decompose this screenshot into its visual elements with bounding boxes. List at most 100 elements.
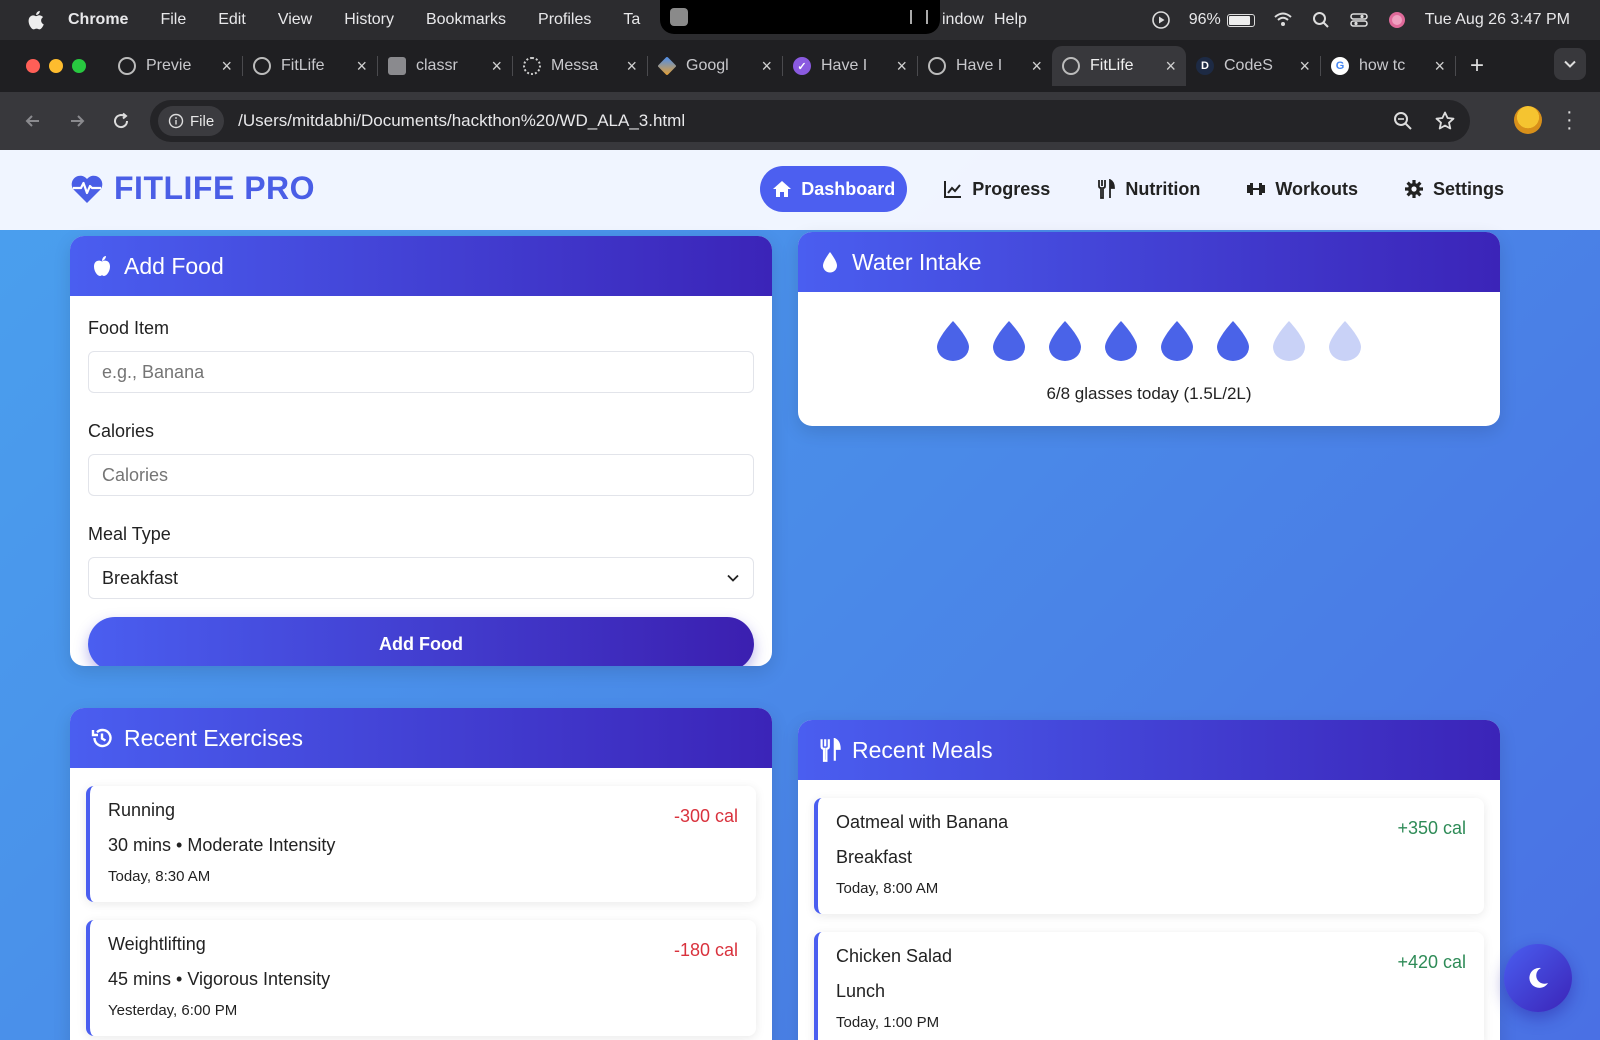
tab-close-icon[interactable]: × [761, 56, 772, 77]
nav-nutrition[interactable]: Nutrition [1086, 166, 1210, 212]
siri-icon[interactable] [1387, 10, 1407, 30]
tab-title: Have I [956, 57, 1003, 74]
close-window-button[interactable] [26, 59, 40, 73]
reload-button[interactable] [110, 110, 132, 132]
exercise-entry[interactable]: Running 30 mins • Moderate Intensity Tod… [86, 786, 756, 902]
google-icon: G [1331, 57, 1349, 75]
meal-entry[interactable]: Chicken Salad Lunch Today, 1:00 PM +420 … [814, 932, 1484, 1040]
tab-close-icon[interactable]: × [626, 56, 637, 77]
water-glass-filled-icon[interactable] [991, 320, 1027, 362]
exercise-entry[interactable]: Weightlifting 45 mins • Vigorous Intensi… [86, 920, 756, 1036]
food-item-input[interactable] [88, 351, 754, 393]
meal-type-select[interactable]: Breakfast [88, 557, 754, 599]
tab-close-icon[interactable]: × [491, 56, 502, 77]
minimize-window-button[interactable] [49, 59, 63, 73]
water-glass-filled-icon[interactable] [1047, 320, 1083, 362]
menu-history[interactable]: History [344, 11, 394, 29]
tab-close-icon[interactable]: × [1031, 56, 1042, 77]
browser-tab[interactable]: ✓ Have I × [783, 46, 917, 86]
home-icon [773, 181, 792, 197]
menu-profiles[interactable]: Profiles [538, 11, 591, 29]
menu-window[interactable]: indow [942, 11, 984, 29]
site-info-chip[interactable]: File [158, 106, 225, 136]
browser-tab[interactable]: Googl × [648, 46, 782, 86]
water-glass-filled-icon[interactable] [935, 320, 971, 362]
browser-tab[interactable]: Messa × [513, 46, 647, 86]
browser-tab[interactable]: Have I × [918, 46, 1052, 86]
tab-close-icon[interactable]: × [1165, 56, 1176, 77]
heartbeat-icon [71, 175, 103, 203]
browser-tab[interactable]: G how tc × [1321, 46, 1455, 86]
brand-name: FITLIFE PRO [114, 170, 316, 206]
chatgpt-icon [523, 57, 541, 75]
zoom-icon[interactable] [1392, 110, 1414, 132]
bookmark-star-icon[interactable] [1434, 110, 1456, 132]
app-navbar: FITLIFE PRO Dashboard Progress Nutrition… [0, 150, 1600, 230]
browser-tab[interactable]: Previe × [108, 46, 242, 86]
apple-icon [94, 256, 110, 276]
tab-close-icon[interactable]: × [221, 56, 232, 77]
browser-tab[interactable]: classr × [378, 46, 512, 86]
utensils-icon [820, 738, 841, 762]
food-item-label: Food Item [88, 318, 170, 338]
apple-logo-icon[interactable] [26, 9, 48, 31]
browser-tab[interactable]: FitLife × [243, 46, 377, 86]
nav-label: Settings [1432, 178, 1504, 199]
nav-progress[interactable]: Progress [933, 166, 1060, 212]
water-glass-filled-icon[interactable] [1103, 320, 1139, 362]
tab-close-icon[interactable]: × [356, 56, 367, 77]
meal-time: Today, 8:00 AM [836, 880, 939, 897]
exercise-name: Running [108, 800, 176, 820]
dumbbell-icon [1247, 183, 1266, 195]
d-letter-icon: D [1196, 57, 1214, 75]
url-text[interactable]: /Users/mitdabhi/Documents/hackthon%20/WD… [238, 111, 685, 131]
menu-app-chrome[interactable]: Chrome [68, 11, 128, 29]
menu-help[interactable]: Help [994, 11, 1027, 29]
menu-bookmarks[interactable]: Bookmarks [426, 11, 506, 29]
meal-entry[interactable]: Oatmeal with Banana Breakfast Today, 8:0… [814, 798, 1484, 914]
dark-mode-toggle[interactable] [1504, 944, 1572, 1012]
nav-label: Dashboard [801, 178, 896, 199]
nav-dashboard[interactable]: Dashboard [760, 166, 908, 212]
menu-view[interactable]: View [278, 11, 312, 29]
brand-logo[interactable]: FITLIFE PRO [70, 170, 315, 207]
recent-exercises-header: Recent Exercises [70, 708, 772, 768]
forward-button[interactable] [66, 110, 88, 132]
back-button[interactable] [22, 110, 44, 132]
wifi-icon[interactable] [1273, 10, 1293, 30]
profile-avatar[interactable] [1514, 106, 1542, 134]
tab-title: Messa [551, 57, 599, 74]
water-glass-filled-icon[interactable] [1215, 320, 1251, 362]
menu-file[interactable]: File [160, 11, 186, 29]
water-glass-empty-icon[interactable] [1271, 320, 1307, 362]
new-tab-button[interactable]: + [1470, 52, 1484, 80]
nav-settings[interactable]: Settings [1394, 166, 1514, 212]
add-food-button[interactable]: Add Food [88, 617, 754, 666]
clock[interactable]: Tue Aug 26 3:47 PM [1425, 11, 1570, 29]
tab-search-button[interactable] [1554, 48, 1586, 80]
battery-status[interactable]: 96% [1189, 11, 1255, 29]
spotlight-search-icon[interactable] [1311, 10, 1331, 30]
water-intake-card: Water Intake 6/8 glasses today (1.5L/2L) [798, 232, 1500, 426]
chevron-down-icon [1564, 60, 1576, 68]
tab-close-icon[interactable]: × [896, 56, 907, 77]
meal-time: Today, 1:00 PM [836, 1014, 940, 1031]
menu-edit[interactable]: Edit [218, 11, 246, 29]
globe-icon [253, 57, 271, 75]
control-center-icon[interactable] [1349, 10, 1369, 30]
water-glass-empty-icon[interactable] [1327, 320, 1363, 362]
recent-meals-card: Recent Meals Oatmeal with Banana Breakfa… [798, 720, 1500, 1040]
menu-tab[interactable]: Ta [623, 11, 640, 29]
browser-tab[interactable]: D CodeS × [1186, 46, 1320, 86]
browser-tab-active[interactable]: FitLife × [1052, 46, 1186, 86]
tab-close-icon[interactable]: × [1434, 56, 1445, 77]
meal-calories: +420 cal [1397, 952, 1466, 972]
play-circle-icon[interactable] [1151, 10, 1171, 30]
nav-workouts[interactable]: Workouts [1236, 166, 1368, 212]
chrome-menu-icon[interactable]: · · · [1566, 102, 1573, 138]
water-glass-filled-icon[interactable] [1159, 320, 1195, 362]
fullscreen-window-button[interactable] [72, 59, 86, 73]
address-bar[interactable]: File /Users/mitdabhi/Documents/hackthon%… [150, 100, 1470, 142]
tab-close-icon[interactable]: × [1299, 56, 1310, 77]
calories-input[interactable] [88, 454, 754, 496]
